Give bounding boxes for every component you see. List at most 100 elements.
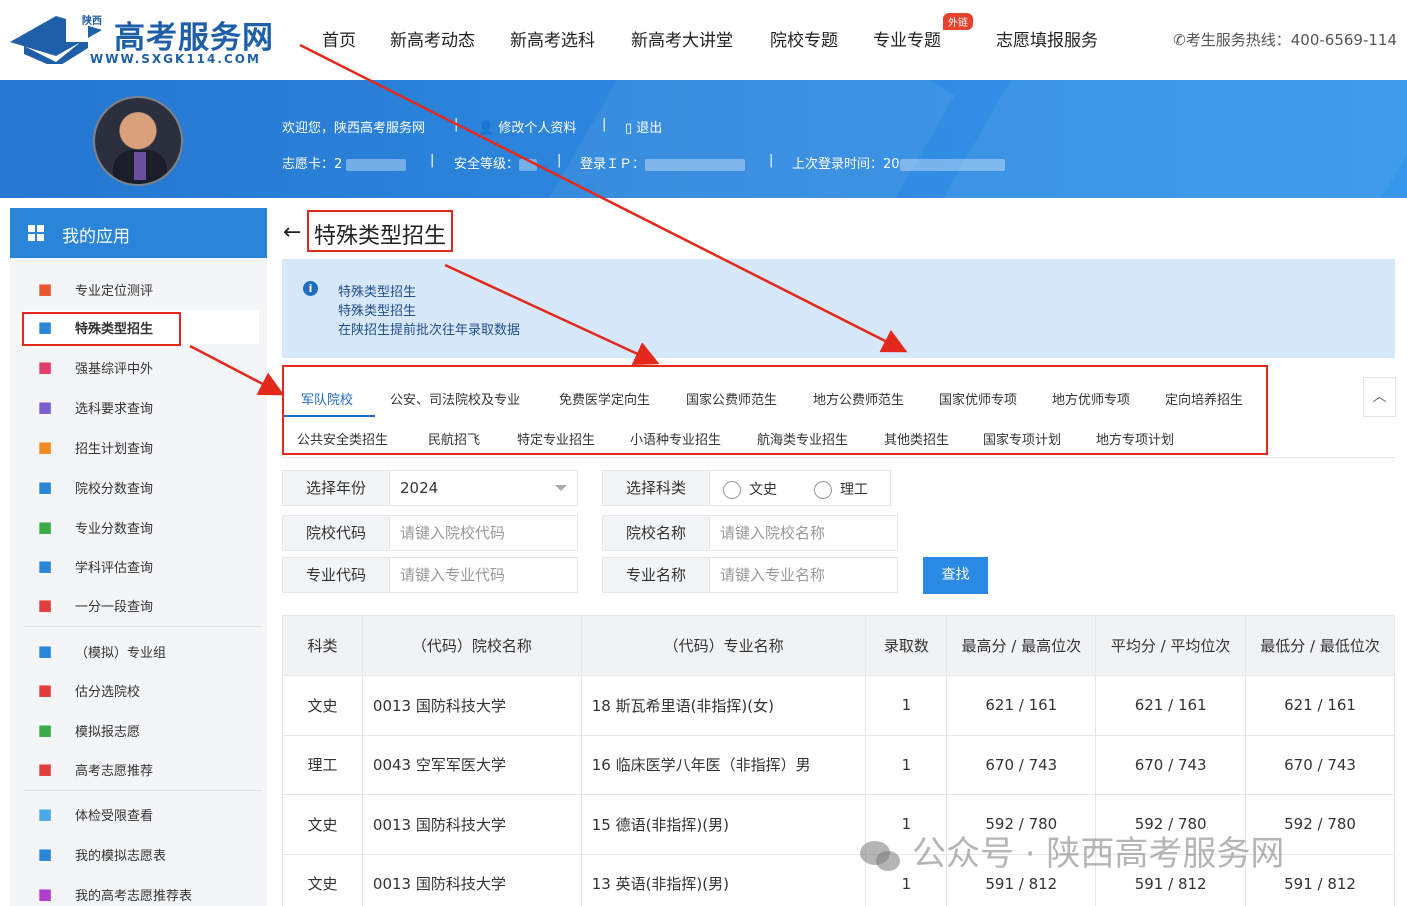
tab-row1-4[interactable]: 国家公费师范生 <box>686 389 777 408</box>
sidebar-header: 我的应用 <box>10 208 267 258</box>
major-code-input[interactable] <box>400 564 570 586</box>
tab-row1-5[interactable]: 地方公费师范生 <box>813 389 904 408</box>
year-value[interactable]: 2024 <box>400 477 570 499</box>
sidebar-item-4[interactable]: ■ 选科要求查询 <box>24 390 259 424</box>
welcome-text: 欢迎您，陕西高考服务网 <box>282 121 426 136</box>
tab-row2-5[interactable]: 航海类专业招生 <box>757 429 848 448</box>
major-name-label: 专业名称 <box>603 558 710 592</box>
tab-row2-3[interactable]: 特定专业招生 <box>517 429 595 448</box>
tab-row2-4[interactable]: 小语种专业招生 <box>630 429 721 448</box>
avatar[interactable] <box>93 96 183 186</box>
school-name-input[interactable] <box>720 522 890 544</box>
sidebar-item-9[interactable]: ■ 一分一段查询 <box>24 588 259 622</box>
tab-row1-3[interactable]: 免费医学定向生 <box>559 389 650 408</box>
sidebar-item-10[interactable]: ■ （模拟）专业组 <box>24 634 259 668</box>
sidebar-item-label: （模拟）专业组 <box>75 646 167 661</box>
tab-row2-6[interactable]: 其他类招生 <box>884 429 949 448</box>
edit-profile-link[interactable]: 👤 修改个人资料 <box>478 117 576 136</box>
collapse-tabs-button[interactable]: ︿ <box>1363 377 1396 417</box>
logout-link[interactable]: ▯ 退出 <box>625 117 662 136</box>
nav-subject-selection[interactable]: 新高考选科 <box>510 26 595 51</box>
nav-majors[interactable]: 专业专题 <box>873 26 941 51</box>
sidebar-item-label: 一分一段查询 <box>75 600 154 615</box>
info-line-3: 在陕招生提前批次往年录取数据 <box>338 323 521 338</box>
tab-row2-7[interactable]: 国家专项计划 <box>983 429 1061 448</box>
nav-home[interactable]: 首页 <box>322 26 356 51</box>
major-name-field: 专业名称 <box>602 557 898 593</box>
sidebar-item-5[interactable]: ■ 招生计划查询 <box>24 430 259 464</box>
tab-row1-7[interactable]: 地方优师专项 <box>1052 389 1130 408</box>
sidebar-item-label: 体检受限查看 <box>75 809 154 824</box>
info-line-1: 特殊类型招生 <box>338 285 417 300</box>
sidebar-item-12[interactable]: ■ 模拟报志愿 <box>24 713 259 747</box>
tab-row1-8[interactable]: 定向培养招生 <box>1165 389 1243 408</box>
table-row[interactable]: 文史 0013 国防科技大学 18 斯瓦希里语(非指挥)(女) 1 621 / 161 6… <box>282 675 1395 736</box>
sidebar-item-13[interactable]: ■ 高考志愿推荐 <box>24 752 259 786</box>
sidebar-item-11[interactable]: ■ 估分选院校 <box>24 673 259 707</box>
subject-radio-group: 选择科类 文史 理工 <box>602 470 891 506</box>
sidebar-item-7[interactable]: ■ 专业分数查询 <box>24 510 259 544</box>
sidebar: 我的应用 ■ 专业定位测评 ■ 特殊类型招生 ■ 强基综评中外 ■ 选科要求查询 ■ 招生计划查询… <box>10 208 267 906</box>
nav-news[interactable]: 新高考动态 <box>390 26 475 51</box>
col-max[interactable]: 最高分 / 最高位次 <box>946 615 1097 676</box>
school-icon: ■ <box>37 318 53 336</box>
radio-science[interactable]: 理工 <box>814 479 868 499</box>
nav-lecture[interactable]: 新高考大讲堂 <box>631 26 733 51</box>
tab-row2-2[interactable]: 民航招飞 <box>428 429 480 448</box>
sidebar-item-1[interactable]: ■ 专业定位测评 <box>24 272 259 306</box>
info-icon: i <box>303 281 318 296</box>
school-code-field: 院校代码 <box>282 515 578 551</box>
col-school[interactable]: （代码）院校名称 <box>361 615 582 676</box>
col-avg[interactable]: 平均分 / 平均位次 <box>1095 615 1247 676</box>
tab-row1-6[interactable]: 国家优师专项 <box>939 389 1017 408</box>
school-name-field: 院校名称 <box>602 515 898 551</box>
subject-label: 选择科类 <box>603 471 710 505</box>
logo-url: WWW.SXGK114.COM <box>90 52 261 66</box>
info-box: i 特殊类型招生 特殊类型招生 在陕招生提前批次往年录取数据 <box>282 259 1395 358</box>
search-button[interactable]: 查找 <box>923 557 988 594</box>
sidebar-item-3[interactable]: ■ 强基综评中外 <box>24 350 259 384</box>
sidebar-divider <box>24 790 262 791</box>
table-cell: 670 / 743 <box>1095 734 1247 795</box>
pen-icon: ■ <box>37 681 53 699</box>
active-tab-indicator <box>282 415 375 417</box>
sidebar-item-14[interactable]: ■ 体检受限查看 <box>24 797 259 831</box>
bank-icon: ■ <box>37 478 53 496</box>
radio-liberal-arts[interactable]: 文史 <box>723 479 777 499</box>
year-select[interactable]: 选择年份 2024 <box>282 470 578 506</box>
box-icon: ■ <box>37 398 53 416</box>
major-code-label: 专业代码 <box>283 558 390 592</box>
login-ip: 登录ＩＰ： <box>580 153 746 172</box>
major-name-input[interactable] <box>720 564 890 586</box>
sidebar-divider <box>24 626 262 627</box>
sidebar-item-label: 特殊类型招生 <box>75 322 154 337</box>
tab-row1-1[interactable]: 军队院校 <box>301 389 353 408</box>
nav-colleges[interactable]: 院校专题 <box>770 26 838 51</box>
top-navigation-bar: 陕西 高考服务网 WWW.SXGK114.COM 首页 新高考动态 新高考选科 … <box>0 0 1407 80</box>
table-row[interactable]: 理工 0043 空军军医大学 16 临床医学八年医（非指挥）男 1 670 / 743 6… <box>282 734 1395 795</box>
school-code-input[interactable] <box>400 522 570 544</box>
tab-row2-8[interactable]: 地方专项计划 <box>1096 429 1174 448</box>
sidebar-item-6[interactable]: ■ 院校分数查询 <box>24 470 259 504</box>
nav-volunteer-service[interactable]: 志愿填报服务 <box>996 26 1098 51</box>
hotline: ✆考生服务热线：400-6569-114 <box>1173 29 1397 50</box>
sidebar-item-2[interactable]: ■ 特殊类型招生 <box>24 310 259 344</box>
back-arrow-icon[interactable]: ← <box>283 220 301 245</box>
page-title: 特殊类型招生 <box>314 224 447 249</box>
sidebar-title: 我的应用 <box>62 227 130 247</box>
sidebar-item-8[interactable]: ■ 学科评估查询 <box>24 549 259 583</box>
sidebar-item-label: 高考志愿推荐 <box>75 764 154 779</box>
table-cell: 670 / 743 <box>1245 734 1395 795</box>
site-logo[interactable]: 陕西 高考服务网 WWW.SXGK114.COM <box>10 8 285 70</box>
heart-icon: ■ <box>37 805 53 823</box>
sidebar-item-16[interactable]: ■ 我的高考志愿推荐表 <box>24 877 259 906</box>
col-admitted[interactable]: 录取数 <box>865 615 948 676</box>
sidebar-item-label: 专业定位测评 <box>75 284 154 299</box>
tab-row2-1[interactable]: 公共安全类招生 <box>297 429 388 448</box>
col-subject[interactable]: 科类 <box>282 615 363 676</box>
sidebar-item-label: 专业分数查询 <box>75 522 154 537</box>
col-major[interactable]: （代码）专业名称 <box>580 615 867 676</box>
sidebar-item-15[interactable]: ■ 我的模拟志愿表 <box>24 837 259 871</box>
tab-row1-2[interactable]: 公安、司法院校及专业 <box>390 389 520 408</box>
col-min[interactable]: 最低分 / 最低位次 <box>1245 615 1395 676</box>
